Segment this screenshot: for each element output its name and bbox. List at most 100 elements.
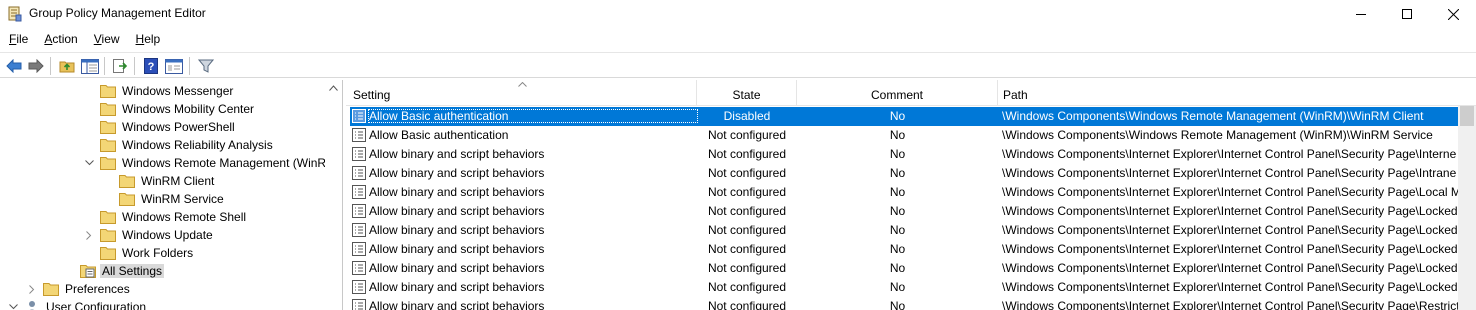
up-folder-icon [59, 61, 75, 73]
cell-setting: Allow binary and script behaviors [369, 280, 545, 294]
tree-item-all-settings[interactable]: All Settings [80, 262, 165, 280]
list-scrollbar[interactable] [1458, 106, 1476, 310]
cell-setting: Allow binary and script behaviors [369, 299, 545, 310]
menu-action[interactable]: Action [35, 30, 84, 50]
table-row[interactable]: Allow binary and script behaviors Not con… [350, 240, 1458, 259]
chevron-down-icon[interactable] [84, 154, 94, 172]
help-button[interactable]: ? [141, 56, 161, 76]
tree-item-winrm-service[interactable]: WinRM Service [119, 190, 226, 208]
table-row[interactable]: Allow Basic authentication Disabled No \Win… [350, 107, 1458, 126]
chevron-down-icon[interactable] [8, 298, 18, 310]
tree-item-windows-messenger[interactable]: Windows Messenger [84, 82, 235, 100]
table-row[interactable]: Allow binary and script behaviors Not con… [350, 164, 1458, 183]
cell-path: \Windows Components\Windows Remote Manag… [1002, 128, 1433, 142]
cell-path: \Windows Components\Windows Remote Manag… [1002, 109, 1424, 123]
tree-scrollbar[interactable] [325, 80, 342, 310]
tree-item-windows-remote-shell[interactable]: Windows Remote Shell [84, 208, 248, 226]
cell-state: Disabled [723, 109, 771, 123]
chevron-right-icon[interactable] [27, 280, 37, 298]
folder-icon [100, 229, 116, 242]
tree-item-preferences[interactable]: Preferences [27, 280, 132, 298]
scrollbar-thumb[interactable] [1460, 106, 1474, 126]
cell-state: Not configured [707, 261, 787, 275]
policy-setting-icon [352, 109, 366, 123]
table-row[interactable]: Allow binary and script behaviors Not con… [350, 145, 1458, 164]
tree-item-work-folders[interactable]: Work Folders [84, 244, 195, 262]
app-icon [8, 6, 22, 22]
cell-state: Not configured [707, 147, 787, 161]
cell-state: Not configured [707, 223, 787, 237]
cell-comment: No [889, 166, 906, 180]
cell-state: Not configured [707, 299, 787, 310]
cell-setting: Allow binary and script behaviors [369, 166, 545, 180]
properties-icon [165, 58, 183, 74]
cell-path: \Windows Components\Internet Explorer\In… [1002, 242, 1458, 256]
table-row[interactable]: Allow binary and script behaviors Not con… [350, 221, 1458, 240]
table-row[interactable]: Allow binary and script behaviors Not con… [350, 278, 1458, 297]
tree-item-user-configuration[interactable]: User Configuration [8, 298, 148, 310]
cell-path: \Windows Components\Internet Explorer\In… [1002, 261, 1458, 275]
maximize-button[interactable] [1384, 0, 1430, 28]
folder-icon [100, 85, 116, 98]
table-row[interactable]: Allow binary and script behaviors Not con… [350, 297, 1458, 310]
cell-state: Not configured [707, 128, 787, 142]
cell-comment: No [889, 147, 906, 161]
maximize-icon [1402, 9, 1412, 19]
folder-icon [100, 247, 116, 260]
settings-list: Setting State Comment Path Allow Basic a… [346, 80, 1476, 310]
tree-item-windows-remote-management[interactable]: Windows Remote Management (WinR [84, 154, 328, 172]
minimize-icon [1356, 14, 1366, 15]
menu-help[interactable]: Help [127, 30, 168, 50]
up-folder-button[interactable] [57, 56, 77, 76]
chevron-right-icon[interactable] [84, 226, 94, 244]
tree-item-windows-mobility-center[interactable]: Windows Mobility Center [84, 100, 256, 118]
cell-state: Not configured [707, 242, 787, 256]
cell-comment: No [889, 109, 906, 123]
column-header-setting[interactable]: Setting [346, 80, 697, 106]
help-icon: ? [144, 58, 158, 74]
cell-setting: Allow binary and script behaviors [369, 185, 545, 199]
policy-setting-icon [352, 242, 366, 256]
folder-icon [119, 193, 135, 206]
minimize-button[interactable] [1338, 0, 1384, 28]
cell-comment: No [889, 204, 906, 218]
filter-button[interactable] [196, 56, 216, 76]
table-row[interactable]: Allow binary and script behaviors Not con… [350, 202, 1458, 221]
column-header-state[interactable]: State [697, 80, 797, 106]
tree-item-windows-update[interactable]: Windows Update [84, 226, 215, 244]
cell-comment: No [889, 185, 906, 199]
list-header: Setting State Comment Path [346, 80, 1476, 106]
cell-comment: No [889, 223, 906, 237]
cell-setting: Allow binary and script behaviors [369, 223, 545, 237]
close-button[interactable] [1430, 0, 1476, 28]
column-header-path[interactable]: Path [998, 80, 1458, 106]
policy-setting-icon [352, 147, 366, 161]
table-row[interactable]: Allow binary and script behaviors Not con… [350, 183, 1458, 202]
scroll-up-icon[interactable] [329, 85, 338, 91]
cell-path: \Windows Components\Internet Explorer\In… [1002, 204, 1458, 218]
forward-icon [28, 59, 44, 73]
menu-view[interactable]: View [85, 30, 127, 50]
folder-icon [100, 103, 116, 116]
tree-item-windows-powershell[interactable]: Windows PowerShell [84, 118, 237, 136]
properties-button[interactable] [164, 56, 184, 76]
export-list-button[interactable] [110, 56, 130, 76]
show-hide-tree-icon [81, 58, 99, 74]
policy-setting-icon [352, 299, 366, 310]
cell-state: Not configured [707, 280, 787, 294]
svg-text:?: ? [148, 61, 155, 73]
table-row[interactable]: Allow Basic authentication Not configured… [350, 126, 1458, 145]
menu-file[interactable]: File [0, 30, 35, 50]
folder-icon [100, 157, 116, 170]
cell-comment: No [889, 242, 906, 256]
folder-icon [100, 139, 116, 152]
forward-button[interactable] [26, 56, 46, 76]
tree-item-windows-reliability-analysis[interactable]: Windows Reliability Analysis [84, 136, 275, 154]
back-button[interactable] [4, 56, 24, 76]
column-header-comment[interactable]: Comment [797, 80, 998, 106]
user-icon [29, 301, 35, 310]
show-hide-tree-button[interactable] [80, 56, 100, 76]
tree-item-winrm-client[interactable]: WinRM Client [119, 172, 216, 190]
table-row[interactable]: Allow binary and script behaviors Not con… [350, 259, 1458, 278]
toolbar: ? [0, 52, 1476, 78]
